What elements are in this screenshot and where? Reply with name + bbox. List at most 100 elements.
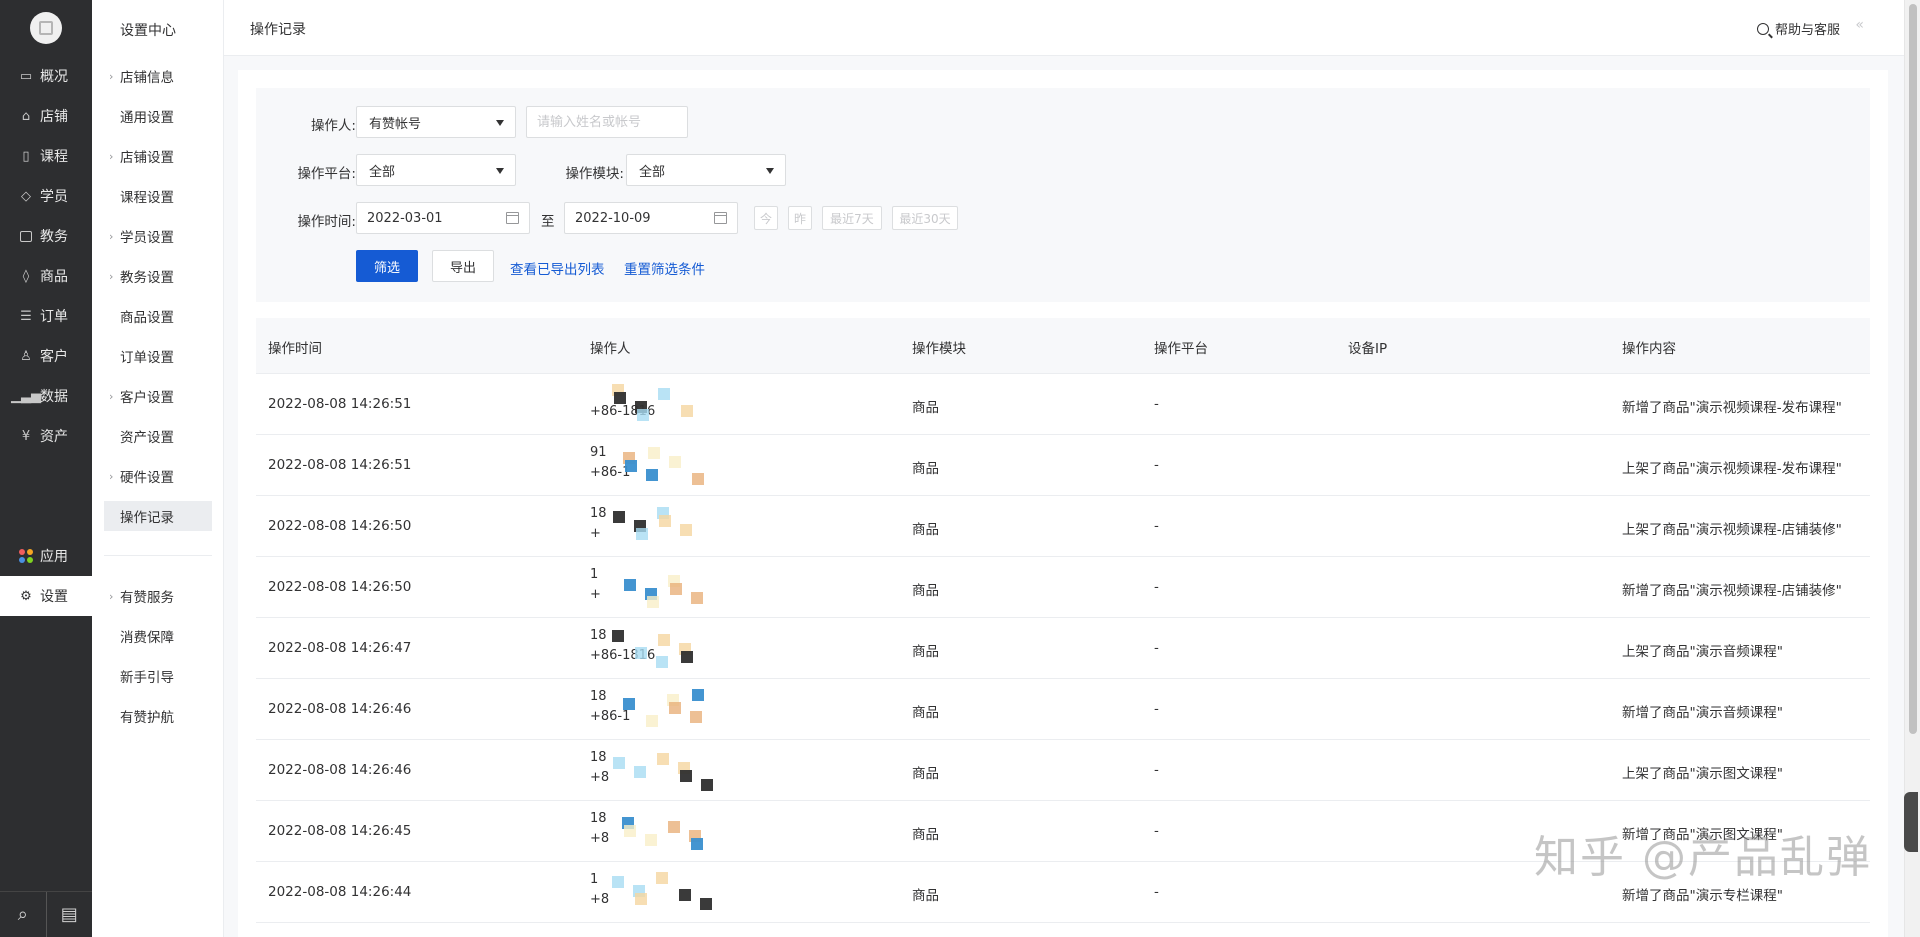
privacy-mosaic [657,753,669,765]
privacy-mosaic [635,647,647,659]
privacy-mosaic [656,656,668,668]
reset-filters-link[interactable]: 重置筛选条件 [624,258,705,278]
nav-item-order[interactable]: ☰ 订单 [0,296,92,336]
nav-item-apps[interactable]: 应用 [0,536,92,576]
nav-item-goods[interactable]: ◊ 商品 [0,256,92,296]
calendar-icon [506,212,519,224]
caret-down-icon [496,168,504,174]
time-label: 操作时间: [297,214,356,230]
quick-30days-button[interactable]: 最近30天 [892,206,958,230]
snav-item-hardware-settings[interactable]: › 硬件设置 [104,461,212,491]
privacy-mosaic [690,711,702,723]
nav-item-overview[interactable]: ▭ 概况 [0,56,92,96]
operator-phone: + [590,587,601,602]
start-date-input[interactable]: 2022-03-01 [356,202,530,234]
privacy-mosaic [658,388,670,400]
privacy-mosaic [623,698,635,710]
cell-platform: - [1154,884,1159,900]
operator-search-input[interactable] [526,106,688,138]
col-device-ip: 设备IP [1348,341,1388,357]
side-widget-tab[interactable] [1904,792,1918,852]
scroll-thumb[interactable] [1909,4,1917,734]
nav-item-customer[interactable]: ♙ 客户 [0,336,92,376]
snav-item-operation-log[interactable]: 操作记录 [104,501,212,531]
search-icon[interactable]: ⌕ [0,892,46,937]
platform-select[interactable]: 全部 [356,154,516,186]
snav-item-course-settings[interactable]: 课程设置 [104,181,212,211]
tag-icon: ◊ [22,268,30,284]
primary-nav: ▭ 概况 ⌂ 店铺 ▯ 课程 ◇ 学员 教务 ◊ 商品 ☰ 订单 ♙ 客户 ▁▃▅ 数据 ¥ 资产… [0,0,92,937]
cell-content: 新增了商品"演示视频课程-店铺装修" [1622,583,1842,599]
cell-platform: - [1154,701,1159,717]
currency-icon: ¥ [21,428,31,444]
platform-label: 操作平台: [297,166,356,182]
snav-item-beginner-guide[interactable]: 新手引导 [104,661,212,691]
privacy-mosaic [614,392,626,404]
privacy-mosaic [692,473,704,485]
operator-label: 操作人: [310,118,356,134]
chevron-right-icon: › [109,69,114,83]
nav-item-course[interactable]: ▯ 课程 [0,136,92,176]
cell-operator: 18 +86-1816 [590,626,730,672]
snav-item-store-info[interactable]: › 店铺信息 [104,61,212,91]
module-select[interactable]: 全部 [626,154,786,186]
quick-yesterday-button[interactable]: 昨 [788,206,812,230]
cell-time: 2022-08-08 14:26:44 [268,884,412,900]
logo-icon [39,21,53,35]
snav-item-customer-settings[interactable]: › 客户设置 [104,381,212,411]
snav-item-academic-settings[interactable]: › 教务设置 [104,261,212,291]
settings-center-title: 设置中心 [120,23,176,39]
nav-item-settings[interactable]: ⚙ 设置 [0,576,92,616]
nav-item-data[interactable]: ▁▃▅ 数据 [0,376,92,416]
privacy-mosaic [648,447,660,459]
end-date-input[interactable]: 2022-10-09 [564,202,738,234]
snav-item-youzan-service[interactable]: › 有赞服务 [104,581,212,611]
filter-button[interactable]: 筛选 [356,250,418,282]
cell-platform: - [1154,762,1159,778]
bar-chart-icon: ▁▃▅ [11,388,41,404]
snav-item-student-settings[interactable]: › 学员设置 [104,221,212,251]
privacy-mosaic [681,651,693,663]
col-time: 操作时间 [268,341,322,357]
privacy-mosaic [701,779,713,791]
snav-item-consumer-protection[interactable]: 消费保障 [104,621,212,651]
snav-item-order-settings[interactable]: 订单设置 [104,341,212,371]
gear-icon: ⚙ [20,588,32,604]
nav-item-assets[interactable]: ¥ 资产 [0,416,92,456]
apps-icon [18,548,34,564]
cell-content: 新增了商品"演示视频课程-发布课程" [1622,400,1842,416]
cell-module: 商品 [912,522,939,538]
snav-item-general[interactable]: 通用设置 [104,101,212,131]
export-button[interactable]: 导出 [432,250,494,282]
operator-type-select[interactable]: 有赞帐号 [356,106,516,138]
shop-logo[interactable] [30,12,62,44]
chevron-right-icon: › [109,149,114,163]
table-row: 2022-08-08 14:26:46 18 +86-1 商品 - 新增了商品"演示音频课… [256,679,1870,740]
cell-operator: 18 +8 [590,748,730,794]
snav-item-goods-settings[interactable]: 商品设置 [104,301,212,331]
chevron-right-icon: › [109,589,114,603]
snav-item-store-settings[interactable]: › 店铺设置 [104,141,212,171]
watermark: 知乎 @产品乱弹 [1534,832,1872,883]
store-icon: ⌂ [21,108,31,124]
cell-module: 商品 [912,766,939,782]
quick-7days-button[interactable]: 最近7天 [822,206,882,230]
search-icon [1756,22,1769,35]
view-exports-link[interactable]: 查看已导出列表 [510,258,605,278]
snav-item-asset-settings[interactable]: 资产设置 [104,421,212,451]
help-and-support-link[interactable]: 帮助与客服 [1756,19,1840,38]
privacy-mosaic [612,630,624,642]
snav-item-youzan-escort[interactable]: 有赞护航 [104,701,212,731]
col-content: 操作内容 [1622,341,1676,357]
nav-item-store[interactable]: ⌂ 店铺 [0,96,92,136]
privacy-mosaic [658,634,670,646]
chat-icon[interactable]: ▤ [45,892,93,937]
privacy-mosaic [681,405,693,417]
cell-content: 新增了商品"演示音频课程" [1622,705,1783,721]
cell-module: 商品 [912,583,939,599]
nav-item-student[interactable]: ◇ 学员 [0,176,92,216]
nav-item-academic[interactable]: 教务 [0,216,92,256]
secondary-nav: 设置中心 › 店铺信息 通用设置 › 店铺设置 课程设置 › 学员设置 › 教务设置 商… [92,0,224,937]
quick-today-button[interactable]: 今 [754,206,778,230]
collapse-icon[interactable]: « [1855,17,1864,33]
